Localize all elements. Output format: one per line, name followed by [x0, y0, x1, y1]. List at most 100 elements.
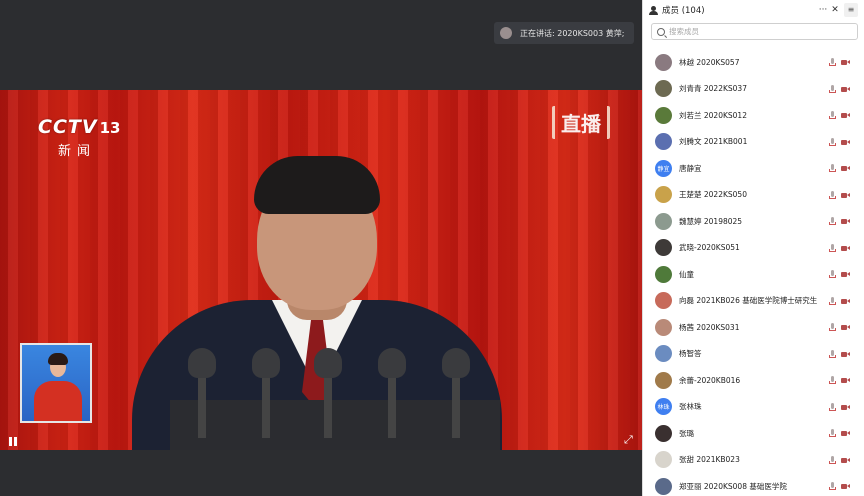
speaker-text: 正在讲话: 2020KS003 黄萍; [520, 28, 625, 38]
mic-muted-icon[interactable] [829, 270, 836, 279]
mic-muted-icon[interactable] [829, 482, 836, 491]
member-avatar [655, 318, 672, 336]
member-name: 仙童 [679, 269, 694, 279]
camera-off-icon[interactable] [841, 298, 850, 305]
mic-muted-icon[interactable] [829, 429, 836, 438]
pause-icon[interactable] [8, 437, 18, 447]
member-avatar [655, 186, 672, 204]
microphones [180, 348, 480, 450]
mic-muted-icon[interactable] [829, 217, 836, 226]
member-avatar [655, 80, 672, 98]
camera-off-icon[interactable] [841, 271, 850, 278]
cctv-sub: 新闻 [58, 144, 97, 159]
member-name: 张璐 [679, 428, 694, 438]
camera-off-icon[interactable] [841, 377, 850, 384]
camera-off-icon[interactable] [841, 192, 850, 199]
camera-off-icon[interactable] [841, 457, 850, 464]
member-name: 刘青青 2022KS037 [679, 84, 747, 94]
member-avatar [655, 239, 672, 257]
camera-off-icon[interactable] [841, 430, 850, 437]
mic-muted-icon[interactable] [829, 455, 836, 465]
member-row[interactable]: 武晓-2020KS051 [643, 235, 864, 262]
member-search[interactable] [651, 23, 858, 40]
list-view-icon[interactable]: ≡ [844, 3, 858, 17]
member-avatar [655, 451, 672, 469]
member-name: 刘若兰 2020KS012 [679, 110, 747, 120]
mic-muted-icon[interactable] [829, 376, 836, 385]
member-name: 张甜 2021KB023 [679, 455, 740, 465]
active-speaker-indicator: 正在讲话: 2020KS003 黄萍; [494, 22, 635, 44]
more-options-icon[interactable]: ··· [817, 5, 829, 15]
camera-off-icon[interactable] [841, 59, 850, 66]
microphone [188, 348, 216, 438]
camera-off-icon[interactable] [841, 351, 850, 358]
member-list: 林越 2020KS057 刘青青 2022KS037 刘若兰 2020KS012 刘腾… [643, 49, 864, 496]
member-name: 王楚楚 2022KS050 [679, 190, 747, 200]
member-name: 唐静宜 [679, 163, 702, 173]
member-name: 武晓-2020KS051 [679, 243, 740, 253]
camera-off-icon[interactable] [841, 404, 850, 411]
member-row[interactable]: 向磊 2021KB026 基础医学院博士研究生 [643, 288, 864, 315]
sign-language-inset [20, 343, 92, 423]
camera-off-icon[interactable] [841, 218, 850, 225]
camera-off-icon[interactable] [841, 245, 850, 252]
microphone [378, 348, 406, 438]
member-row[interactable]: 刘青青 2022KS037 [643, 76, 864, 103]
camera-off-icon[interactable] [841, 139, 850, 146]
mic-muted-icon[interactable] [829, 323, 836, 332]
member-row[interactable]: 张璐 [643, 420, 864, 447]
camera-off-icon[interactable] [841, 324, 850, 331]
member-row[interactable]: 林越 2020KS057 [643, 49, 864, 76]
mic-muted-icon[interactable] [829, 190, 836, 200]
camera-off-icon[interactable] [841, 112, 850, 119]
member-row[interactable]: 郑亚丽 2020KS008 基础医学院 [643, 473, 864, 496]
member-row[interactable]: 余蕾-2020KB016 [643, 367, 864, 394]
member-row[interactable]: 王楚楚 2022KS050 [643, 182, 864, 209]
member-row[interactable]: 刘腾文 2021KB001 [643, 129, 864, 156]
member-avatar [655, 371, 672, 389]
member-row[interactable]: 杨智答 [643, 341, 864, 368]
member-name: 郑亚丽 2020KS008 基础医学院 [679, 481, 787, 491]
member-row[interactable]: 张甜 2021KB023 [643, 447, 864, 474]
mic-muted-icon[interactable] [829, 111, 836, 120]
mic-muted-icon[interactable] [829, 349, 836, 359]
member-avatar [655, 265, 672, 283]
camera-off-icon[interactable] [841, 165, 850, 172]
mic-muted-icon[interactable] [829, 296, 836, 306]
mic-muted-icon[interactable] [829, 402, 836, 412]
member-row[interactable]: 杨茜 2020KS031 [643, 314, 864, 341]
live-badge: 直播 [552, 106, 610, 139]
meeting-window: 正在讲话: 2020KS003 黄萍; CCTV 13 新闻 直播 ⤢ 成员 (… [0, 0, 864, 496]
microphone [252, 348, 280, 438]
camera-off-icon[interactable] [841, 86, 850, 93]
member-avatar [655, 212, 672, 230]
search-input[interactable] [669, 27, 839, 36]
camera-off-icon[interactable] [841, 483, 850, 490]
cctv-brand: CCTV [38, 116, 98, 138]
member-avatar: 静宜 [655, 159, 672, 177]
member-name: 刘腾文 2021KB001 [679, 137, 748, 147]
member-panel: 成员 (104) ··· ✕ ≡ 林越 2020KS057 刘青青 2022KS0… [642, 0, 864, 496]
member-row[interactable]: 仙童 [643, 261, 864, 288]
fullscreen-icon[interactable]: ⤢ [624, 434, 636, 446]
mic-muted-icon[interactable] [829, 137, 836, 147]
member-row[interactable]: 静宜 唐静宜 [643, 155, 864, 182]
member-avatar [655, 345, 672, 363]
member-name: 杨智答 [679, 349, 702, 359]
member-row[interactable]: 刘若兰 2020KS012 [643, 102, 864, 129]
member-row[interactable]: 林珠 张林珠 [643, 394, 864, 421]
mic-muted-icon[interactable] [829, 58, 836, 67]
mic-muted-icon[interactable] [829, 84, 836, 94]
mic-muted-icon[interactable] [829, 164, 836, 173]
member-avatar [655, 53, 672, 71]
mic-muted-icon[interactable] [829, 243, 836, 253]
panel-title: 成员 (104) [662, 6, 705, 16]
member-avatar [655, 424, 672, 442]
shared-video[interactable]: CCTV 13 新闻 直播 [0, 90, 642, 450]
member-avatar [655, 106, 672, 124]
cctv-channel: 13 [99, 119, 121, 137]
member-row[interactable]: 魏慧婷 20198025 [643, 208, 864, 235]
close-icon[interactable]: ✕ [829, 5, 841, 15]
speaker-avatar [500, 27, 512, 39]
cctv-logo: CCTV 13 新闻 [38, 116, 120, 159]
